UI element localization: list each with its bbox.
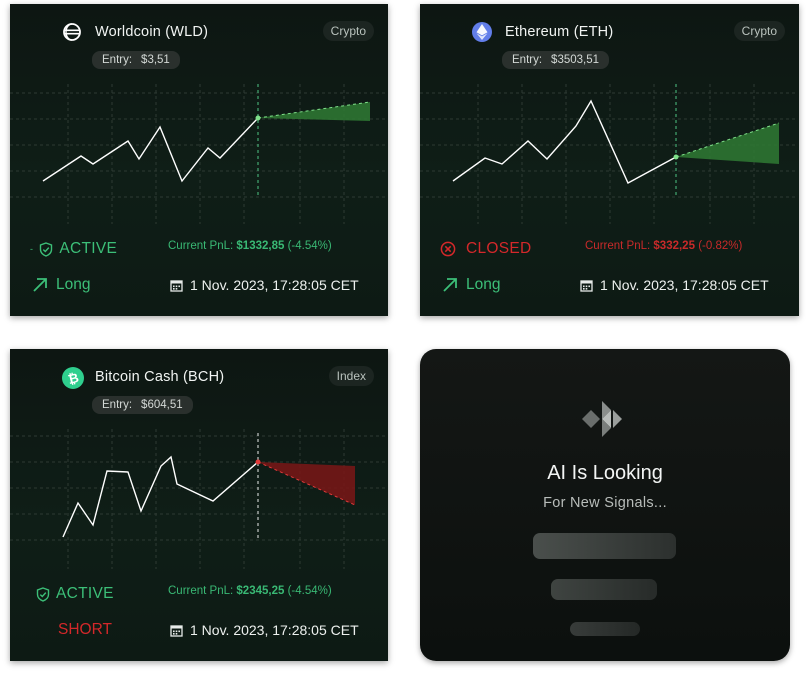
datetime-text: 1 Nov. 2023, 17:28:05 CET bbox=[190, 277, 359, 293]
skeleton-bar bbox=[551, 579, 657, 600]
status-label: CLOSED bbox=[466, 240, 532, 257]
entry-price: Entry: $604,51 bbox=[92, 396, 193, 414]
status-indicator: - ACTIVE bbox=[30, 240, 118, 257]
pnl-label: Current PnL: bbox=[168, 585, 234, 597]
coin-name: Worldcoin (WLD) bbox=[95, 24, 209, 40]
pnl-display: Current PnL: $2345,25 (-4.54%) bbox=[168, 585, 332, 597]
signal-datetime: 1 Nov. 2023, 17:28:05 CET bbox=[170, 622, 359, 638]
shield-check-icon bbox=[36, 586, 50, 602]
pnl-change: (-0.82%) bbox=[698, 240, 743, 252]
calendar-icon bbox=[170, 624, 183, 637]
target-zone bbox=[676, 123, 779, 164]
calendar-icon bbox=[580, 279, 593, 292]
pnl-display: Current PnL: $1332,85 (-4.54%) bbox=[168, 240, 332, 252]
pnl-value: $2345,25 bbox=[236, 585, 285, 597]
status-indicator: ACTIVE bbox=[36, 585, 114, 603]
price-chart bbox=[10, 429, 388, 569]
ethereum-icon bbox=[472, 22, 492, 42]
pnl-display: Current PnL: $332,25 (-0.82%) bbox=[585, 240, 742, 252]
entry-price: Entry: $3,51 bbox=[92, 51, 180, 69]
arrow-up-right-icon bbox=[33, 278, 47, 292]
entry-label: Entry: bbox=[102, 54, 133, 66]
entry-label: Entry: bbox=[512, 54, 543, 66]
shield-check-icon bbox=[40, 241, 53, 257]
signal-datetime: 1 Nov. 2023, 17:28:05 CET bbox=[170, 277, 359, 293]
coin-name: Ethereum (ETH) bbox=[505, 24, 614, 40]
entry-value: $604,51 bbox=[141, 399, 183, 411]
coin-name: Bitcoin Cash (BCH) bbox=[95, 369, 225, 385]
signal-card-worldcoin[interactable]: Worldcoin (WLD) Crypto Entry: $3,51 - AC… bbox=[10, 4, 388, 316]
ai-title: AI Is Looking bbox=[547, 462, 663, 484]
price-chart bbox=[420, 84, 798, 224]
category-badge: Index bbox=[328, 366, 374, 386]
side-label: SHORT bbox=[58, 621, 112, 638]
position-side: Long bbox=[32, 276, 90, 294]
close-circle-icon bbox=[440, 241, 456, 257]
ai-loading-panel: AI Is Looking For New Signals... bbox=[420, 349, 790, 661]
signal-card-ethereum[interactable]: Ethereum (ETH) Crypto Entry: $3503,51 CL… bbox=[420, 4, 799, 316]
datetime-text: 1 Nov. 2023, 17:28:05 CET bbox=[600, 277, 769, 293]
bitcoin-cash-icon: ₿ bbox=[62, 367, 84, 389]
pnl-value: $332,25 bbox=[653, 240, 695, 252]
position-side: SHORT bbox=[58, 621, 112, 639]
entry-price: Entry: $3503,51 bbox=[502, 51, 610, 69]
entry-value: $3503,51 bbox=[551, 54, 600, 66]
price-line bbox=[42, 117, 259, 183]
side-label: Long bbox=[466, 276, 501, 293]
status-label: ACTIVE bbox=[59, 240, 118, 257]
signal-card-bitcoin-cash[interactable]: ₿ Bitcoin Cash (BCH) Index Entry: $604,51 bbox=[10, 349, 388, 661]
app-logo-icon bbox=[582, 401, 622, 437]
status-indicator: CLOSED bbox=[440, 240, 532, 258]
price-line bbox=[62, 455, 259, 538]
calendar-icon bbox=[170, 279, 183, 292]
category-badge: Crypto bbox=[322, 21, 374, 41]
price-chart bbox=[10, 84, 388, 224]
skeleton-bar bbox=[570, 622, 640, 636]
pnl-change: (-4.54%) bbox=[287, 585, 332, 597]
position-side: Long bbox=[442, 276, 500, 294]
entry-label: Entry: bbox=[102, 399, 133, 411]
signal-datetime: 1 Nov. 2023, 17:28:05 CET bbox=[580, 277, 769, 293]
pnl-change: (-4.54%) bbox=[287, 240, 332, 252]
datetime-text: 1 Nov. 2023, 17:28:05 CET bbox=[190, 622, 359, 638]
ai-subtitle: For New Signals... bbox=[543, 495, 667, 511]
skeleton-bar bbox=[533, 533, 676, 559]
status-label: ACTIVE bbox=[56, 585, 114, 602]
worldcoin-icon bbox=[62, 22, 82, 42]
pnl-label: Current PnL: bbox=[168, 240, 234, 252]
pnl-label: Current PnL: bbox=[585, 240, 651, 252]
pnl-value: $1332,85 bbox=[236, 240, 285, 252]
entry-value: $3,51 bbox=[141, 54, 170, 66]
category-badge: Crypto bbox=[733, 21, 785, 41]
side-label: Long bbox=[56, 276, 91, 293]
arrow-up-right-icon bbox=[443, 278, 457, 292]
